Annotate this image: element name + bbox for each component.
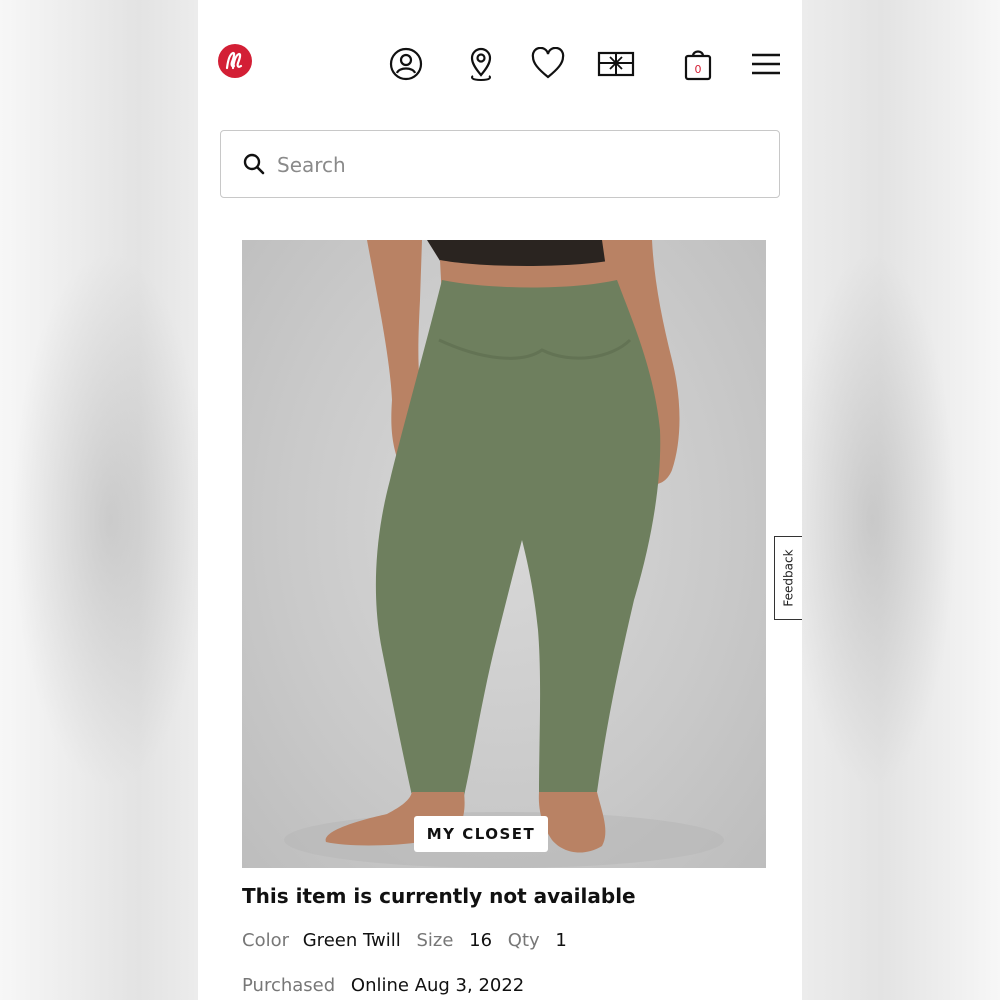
bag-count: 0	[695, 63, 702, 76]
color-value: Green Twill	[302, 930, 401, 951]
search-icon	[243, 153, 265, 179]
size-value: 16	[469, 930, 493, 951]
gift-card-icon[interactable]	[596, 44, 636, 84]
my-closet-button[interactable]: MY CLOSET	[414, 816, 548, 852]
left-blur-background	[0, 0, 198, 1000]
qty-label: Qty	[507, 930, 540, 951]
size-label: Size	[416, 930, 454, 951]
feedback-tab[interactable]: Feedback	[774, 536, 802, 620]
store-locator-icon[interactable]	[461, 44, 501, 84]
purchased-label: Purchased	[242, 975, 336, 996]
lululemon-logo[interactable]	[218, 44, 252, 78]
item-details-row: Color Green Twill Size 16 Qty 1	[242, 930, 567, 951]
product-image[interactable]	[242, 240, 766, 868]
search-input[interactable]	[277, 145, 757, 185]
wishlist-heart-icon[interactable]	[528, 44, 568, 84]
account-icon[interactable]	[386, 44, 426, 84]
purchase-details-row: Purchased Online Aug 3, 2022	[242, 975, 524, 996]
shopping-bag-icon[interactable]: 0	[678, 44, 718, 84]
feedback-label: Feedback	[781, 549, 796, 607]
right-blur-background	[802, 0, 1000, 1000]
purchased-value: Online Aug 3, 2022	[350, 975, 525, 996]
color-label: Color	[242, 930, 289, 951]
header-panel: 0	[198, 0, 802, 215]
search-bar[interactable]	[220, 130, 780, 198]
availability-status: This item is currently not available	[242, 884, 636, 908]
order-item-content	[198, 215, 802, 1000]
menu-hamburger-icon[interactable]	[746, 44, 786, 84]
qty-value: 1	[555, 930, 567, 951]
